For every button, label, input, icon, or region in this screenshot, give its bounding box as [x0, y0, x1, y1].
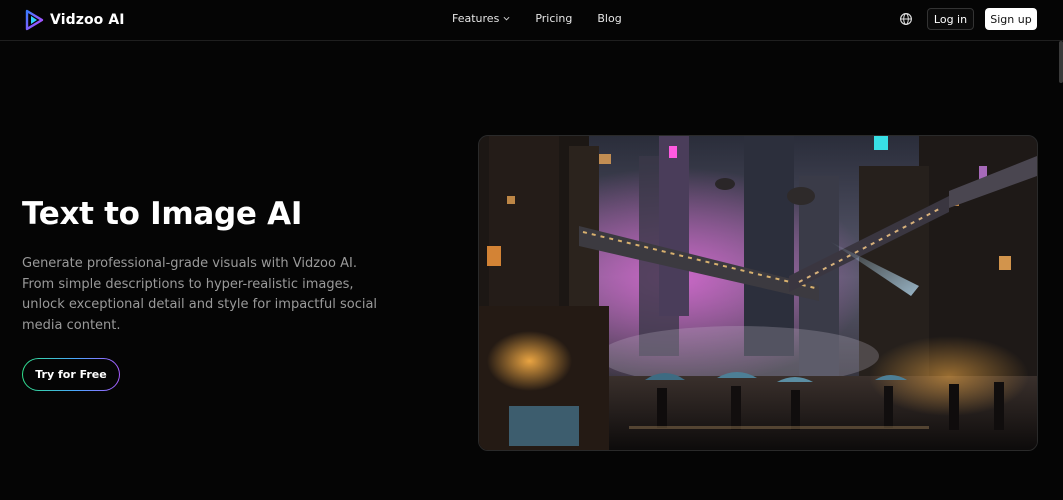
signup-button[interactable]: Sign up — [985, 8, 1037, 30]
try-for-free-button[interactable]: Try for Free — [22, 358, 120, 391]
nav-blog[interactable]: Blog — [597, 12, 621, 25]
nav-features-label: Features — [452, 12, 500, 25]
hero-title: Text to Image AI — [22, 196, 303, 232]
hero-image — [478, 135, 1038, 451]
hero-description: Generate professional-grade visuals with… — [22, 256, 378, 333]
nav-pricing[interactable]: Pricing — [535, 12, 572, 25]
page-scrollbar[interactable] — [1059, 41, 1063, 83]
login-button[interactable]: Log in — [927, 8, 974, 30]
main-nav: Features Pricing Blog — [452, 12, 622, 25]
top-navbar: Vidzoo AI Features Pricing Blog Log in S… — [0, 0, 1063, 41]
globe-icon[interactable] — [899, 12, 913, 26]
chevron-down-icon — [503, 16, 510, 21]
brand-name: Vidzoo AI — [50, 12, 125, 28]
cyberpunk-city-illustration — [479, 136, 1037, 450]
nav-features[interactable]: Features — [452, 12, 510, 25]
brand-logo[interactable]: Vidzoo AI — [24, 9, 125, 31]
vidzoo-logo-icon — [25, 9, 44, 31]
